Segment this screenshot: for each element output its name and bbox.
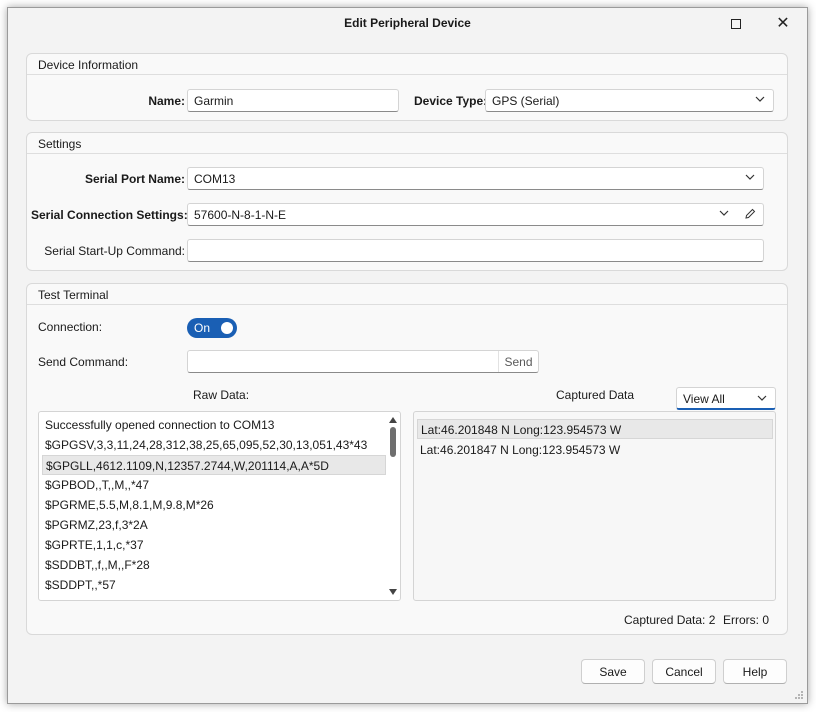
toggle-state-label: On [194,321,211,335]
raw-data-list[interactable]: Successfully opened connection to COM13 … [38,411,401,601]
resize-grip-icon[interactable] [794,690,804,700]
chevron-down-icon [745,174,755,180]
device-type-dropdown[interactable]: GPS (Serial) [485,89,774,112]
device-type-label: Device Type: [414,94,488,108]
settings-header: Settings [27,133,787,154]
name-input[interactable]: Garmin [187,89,399,112]
maximize-button[interactable] [724,14,748,34]
save-button[interactable]: Save [581,659,645,684]
raw-data-line[interactable]: $PGRMZ,23,f,3*2A [42,515,148,535]
view-filter-dropdown[interactable]: View All [676,387,776,410]
captured-data-line-selected[interactable]: Lat:46.201848 N Long:123.954573 W [417,419,773,439]
raw-data-line[interactable]: $SDDPT,,*57 [42,575,116,595]
captured-count-status: Captured Data: 2 [624,613,716,627]
serial-port-label: Serial Port Name: [84,172,185,186]
send-button[interactable]: Send [498,351,538,372]
device-information-header: Device Information [27,54,787,75]
pencil-icon[interactable] [744,208,756,220]
raw-data-line[interactable]: Successfully opened connection to COM13 [42,415,274,435]
raw-data-label: Raw Data: [193,388,250,402]
serial-port-dropdown[interactable]: COM13 [187,167,764,190]
settings-title: Settings [38,137,82,151]
startup-command-input[interactable] [187,239,764,262]
edit-peripheral-dialog: Edit Peripheral Device ✕ Device Informat… [7,7,808,704]
chevron-down-icon [755,96,765,102]
errors-count-status: Errors: 0 [723,613,770,627]
name-value: Garmin [194,94,234,108]
test-terminal-title: Test Terminal [38,288,109,302]
device-information-group: Device Information Name: Garmin Device T… [26,53,788,121]
captured-data-label: Captured Data [556,388,635,402]
maximize-icon [731,19,741,29]
raw-data-line[interactable]: $GPBOD,,T,,M,,*47 [42,475,149,495]
view-filter-value: View All [683,392,725,406]
test-terminal-header: Test Terminal [27,284,787,305]
serial-connection-label: Serial Connection Settings: [31,208,188,222]
toggle-knob [221,322,233,334]
raw-data-scrollbar[interactable] [388,414,398,598]
cancel-button[interactable]: Cancel [652,659,716,684]
device-information-title: Device Information [38,58,139,72]
scroll-down-icon[interactable] [388,588,398,596]
connection-toggle[interactable]: On [187,318,237,338]
startup-command-label: Serial Start-Up Command: [44,244,185,258]
dialog-title: Edit Peripheral Device [344,16,471,30]
settings-group: Settings Serial Port Name: COM13 Serial … [26,132,788,271]
captured-data-line[interactable]: Lat:46.201847 N Long:123.954573 W [417,440,620,460]
serial-connection-value: 57600-N-8-1-N-E [194,208,287,222]
chevron-down-icon [719,210,729,216]
close-button[interactable]: ✕ [771,14,795,34]
raw-data-line[interactable]: $PGRME,5.5,M,8.1,M,9.8,M*26 [42,495,214,515]
raw-data-line[interactable]: $GPGSV,3,3,11,24,28,312,38,25,65,095,52,… [42,435,367,455]
raw-data-line[interactable]: $GPRTE,1,1,c,*37 [42,535,144,555]
title-bar: Edit Peripheral Device ✕ [8,8,807,40]
chevron-down-icon [757,395,767,401]
scroll-up-icon[interactable] [388,416,398,424]
serial-port-value: COM13 [194,172,236,186]
close-icon: ✕ [776,15,790,32]
raw-data-line-selected[interactable]: $GPGLL,4612.1109,N,12357.2744,W,201114,A… [42,455,386,475]
connection-label: Connection: [38,320,103,334]
help-button[interactable]: Help [723,659,787,684]
send-command-input[interactable]: Send [187,350,539,373]
scrollbar-thumb[interactable] [390,427,396,457]
raw-data-line[interactable]: $SDDBT,,f,,M,,F*28 [42,555,150,575]
name-label: Name: [148,94,185,108]
serial-connection-dropdown[interactable]: 57600-N-8-1-N-E [187,203,764,226]
send-command-label: Send Command: [38,355,129,369]
device-type-value: GPS (Serial) [492,94,560,108]
captured-data-list[interactable]: Lat:46.201848 N Long:123.954573 W Lat:46… [413,411,776,601]
